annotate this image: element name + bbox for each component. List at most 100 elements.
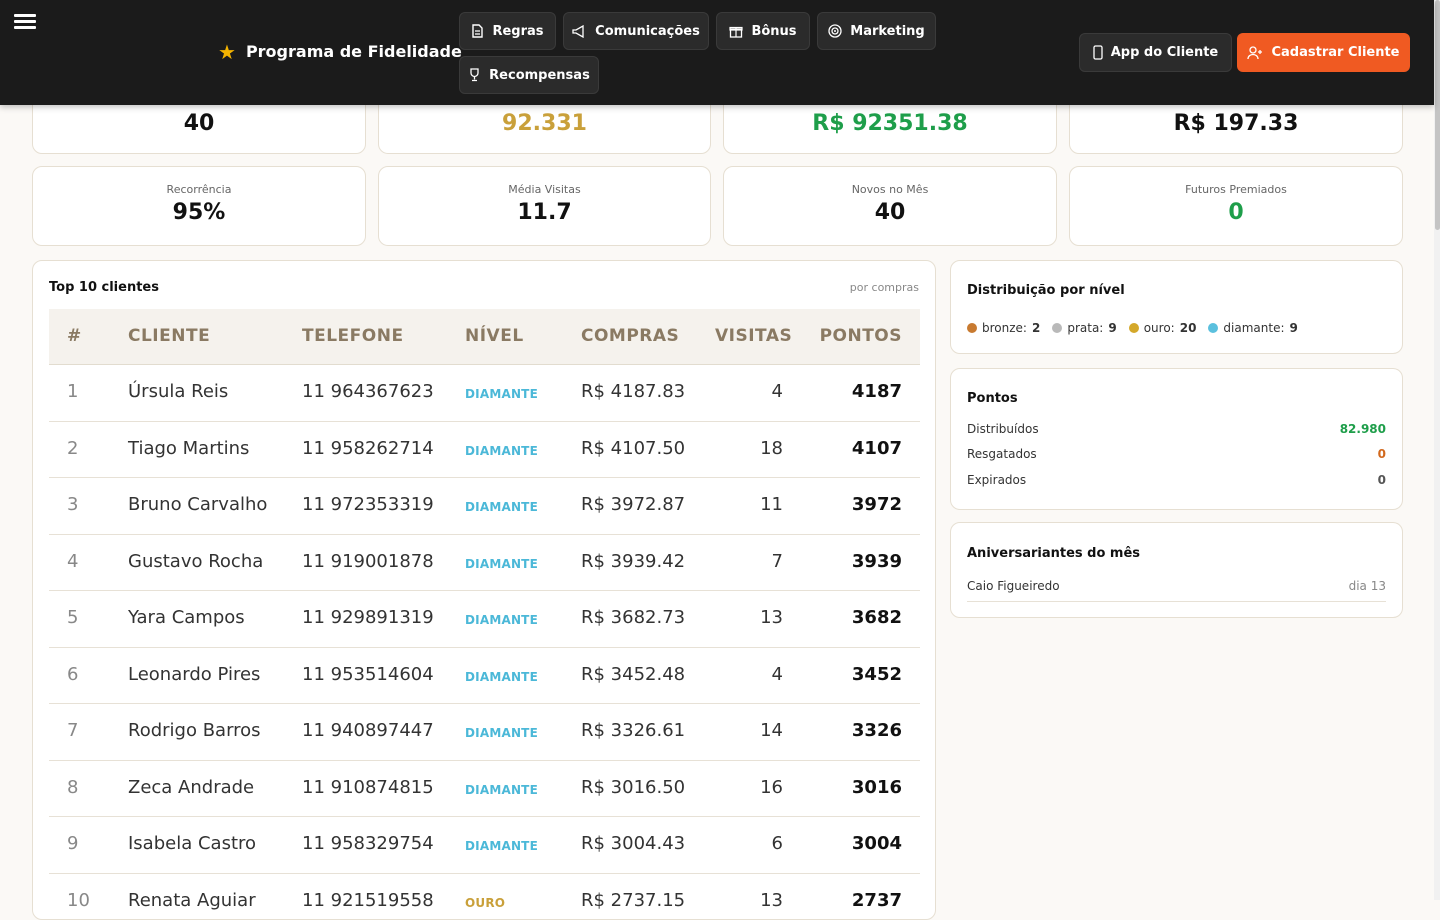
brand: ★ Programa de Fidelidade xyxy=(218,42,462,61)
points-value: 0 xyxy=(1378,447,1386,461)
points-label: Expirados xyxy=(967,473,1026,487)
level-count: prata:9 xyxy=(1052,321,1116,335)
level-count: diamante:9 xyxy=(1208,321,1297,335)
cell-points: 3004 xyxy=(852,833,902,854)
level-label: ouro: xyxy=(1144,321,1175,335)
cell-rank: 10 xyxy=(67,890,90,911)
cell-level-badge: DIAMANTE xyxy=(465,444,538,458)
cell-visits: 4 xyxy=(772,664,783,685)
col-cliente[interactable]: CLIENTE xyxy=(128,326,210,346)
col-telefone[interactable]: TELEFONE xyxy=(302,326,404,346)
cell-level-badge: DIAMANTE xyxy=(465,670,538,684)
smartphone-icon xyxy=(1093,45,1103,60)
panel-title: Aniversariantes do mês xyxy=(967,546,1140,561)
level-dot-icon xyxy=(967,323,977,333)
megaphone-icon xyxy=(572,25,587,38)
cell-points: 3682 xyxy=(852,607,902,628)
cell-name: Rodrigo Barros xyxy=(128,720,261,741)
nav-marketing-button[interactable]: Marketing xyxy=(817,12,936,50)
cell-rank: 6 xyxy=(67,664,78,685)
points-panel: Pontos Distribuídos 82.980 Resgatados 0 … xyxy=(950,368,1403,510)
cell-purchases: R$ 3682.73 xyxy=(581,607,685,628)
cell-points: 2737 xyxy=(852,890,902,911)
cell-points: 3326 xyxy=(852,720,902,741)
cell-purchases: R$ 3326.61 xyxy=(581,720,685,741)
cell-phone: 11 940897447 xyxy=(302,720,434,741)
birthday-item: Caio Figueiredo dia 13 xyxy=(967,579,1386,602)
col-visitas[interactable]: VISITAS xyxy=(715,326,792,346)
cell-name: Gustavo Rocha xyxy=(128,551,263,572)
table-row[interactable]: 6Leonardo Pires11 953514604DIAMANTER$ 34… xyxy=(49,648,920,705)
table-row[interactable]: 8Zeca Andrade11 910874815DIAMANTER$ 3016… xyxy=(49,761,920,818)
col-nivel[interactable]: NÍVEL xyxy=(465,326,524,346)
cell-rank: 8 xyxy=(67,777,78,798)
cell-rank: 4 xyxy=(67,551,78,572)
cell-phone: 11 919001878 xyxy=(302,551,434,572)
cell-purchases: R$ 3004.43 xyxy=(581,833,685,854)
gift-icon xyxy=(729,24,743,38)
cell-level-badge: DIAMANTE xyxy=(465,387,538,401)
hamburger-menu-icon[interactable] xyxy=(14,14,36,34)
points-row-distribuidos: Distribuídos 82.980 xyxy=(967,422,1386,436)
nav-bonus-button[interactable]: Bônus xyxy=(716,12,810,50)
kpi-novos-mes: Novos no Mês 40 xyxy=(723,166,1057,246)
cell-points: 4107 xyxy=(852,438,902,459)
cell-visits: 11 xyxy=(760,494,783,515)
document-icon xyxy=(471,24,484,38)
cell-purchases: R$ 2737.15 xyxy=(581,890,685,911)
brand-title: Programa de Fidelidade xyxy=(246,42,462,61)
trophy-icon xyxy=(468,68,481,82)
level-value: 9 xyxy=(1290,321,1298,335)
kpi-value: 95% xyxy=(33,200,365,225)
kpi-value: 11.7 xyxy=(379,200,710,225)
cell-visits: 7 xyxy=(772,551,783,572)
cell-level-badge: DIAMANTE xyxy=(465,613,538,627)
top-clients-panel: Top 10 clientes por compras # CLIENTE TE… xyxy=(32,260,936,920)
table-row[interactable]: 3Bruno Carvalho11 972353319DIAMANTER$ 39… xyxy=(49,478,920,535)
cell-phone: 11 910874815 xyxy=(302,777,434,798)
col-rank[interactable]: # xyxy=(67,326,82,346)
cell-points: 3452 xyxy=(852,664,902,685)
nav-recompensas-button[interactable]: Recompensas xyxy=(459,56,599,94)
nav-comunicacoes-button[interactable]: Comunicações xyxy=(563,12,709,50)
kpi-label: Média Visitas xyxy=(379,183,710,196)
points-value: 0 xyxy=(1378,473,1386,487)
user-plus-icon xyxy=(1247,46,1263,60)
star-icon: ★ xyxy=(218,43,236,61)
cell-level-badge: DIAMANTE xyxy=(465,500,538,514)
kpi-label: Novos no Mês xyxy=(724,183,1056,196)
cell-level-badge: DIAMANTE xyxy=(465,783,538,797)
cell-level-badge: DIAMANTE xyxy=(465,557,538,571)
table-row[interactable]: 5Yara Campos11 929891319DIAMANTER$ 3682.… xyxy=(49,591,920,648)
table-row[interactable]: 10Renata Aguiar11 921519558OUROR$ 2737.1… xyxy=(49,874,920,920)
panel-title: Distribuição por nível xyxy=(967,283,1125,298)
level-dot-icon xyxy=(1052,323,1062,333)
cell-points: 4187 xyxy=(852,381,902,402)
cell-name: Yara Campos xyxy=(128,607,245,628)
app-do-cliente-button[interactable]: App do Cliente xyxy=(1079,33,1232,72)
cadastrar-cliente-button[interactable]: Cadastrar Cliente xyxy=(1237,33,1410,72)
table-row[interactable]: 4Gustavo Rocha11 919001878DIAMANTER$ 393… xyxy=(49,535,920,592)
top-navbar: ★ Programa de Fidelidade Regras Comunica… xyxy=(0,0,1434,105)
table-row[interactable]: 1Úrsula Reis11 964367623DIAMANTER$ 4187.… xyxy=(49,365,920,422)
kpi-value: 40 xyxy=(724,200,1056,225)
cell-phone: 11 964367623 xyxy=(302,381,434,402)
table-row[interactable]: 2Tiago Martins11 958262714DIAMANTER$ 410… xyxy=(49,422,920,479)
table-row[interactable]: 9Isabela Castro11 958329754DIAMANTER$ 30… xyxy=(49,817,920,874)
distribution-panel: Distribuição por nível bronze:2prata:9ou… xyxy=(950,260,1403,354)
kpi-value: R$ 197.33 xyxy=(1070,111,1402,136)
points-row-expirados: Expirados 0 xyxy=(967,473,1386,487)
col-compras[interactable]: COMPRAS xyxy=(581,326,679,346)
kpi-value: 0 xyxy=(1070,200,1402,225)
cell-purchases: R$ 4187.83 xyxy=(581,381,685,402)
cell-phone: 11 972353319 xyxy=(302,494,434,515)
scrollbar-thumb[interactable] xyxy=(1435,0,1440,230)
cell-name: Isabela Castro xyxy=(128,833,256,854)
panel-title: Pontos xyxy=(967,391,1018,406)
kpi-recorrencia: Recorrência 95% xyxy=(32,166,366,246)
col-pontos[interactable]: PONTOS xyxy=(820,326,902,346)
birthday-day: dia 13 xyxy=(1349,579,1386,593)
nav-regras-button[interactable]: Regras xyxy=(459,12,556,50)
table-row[interactable]: 7Rodrigo Barros11 940897447DIAMANTER$ 33… xyxy=(49,704,920,761)
table-header: # CLIENTE TELEFONE NÍVEL COMPRAS VISITAS… xyxy=(49,309,920,365)
